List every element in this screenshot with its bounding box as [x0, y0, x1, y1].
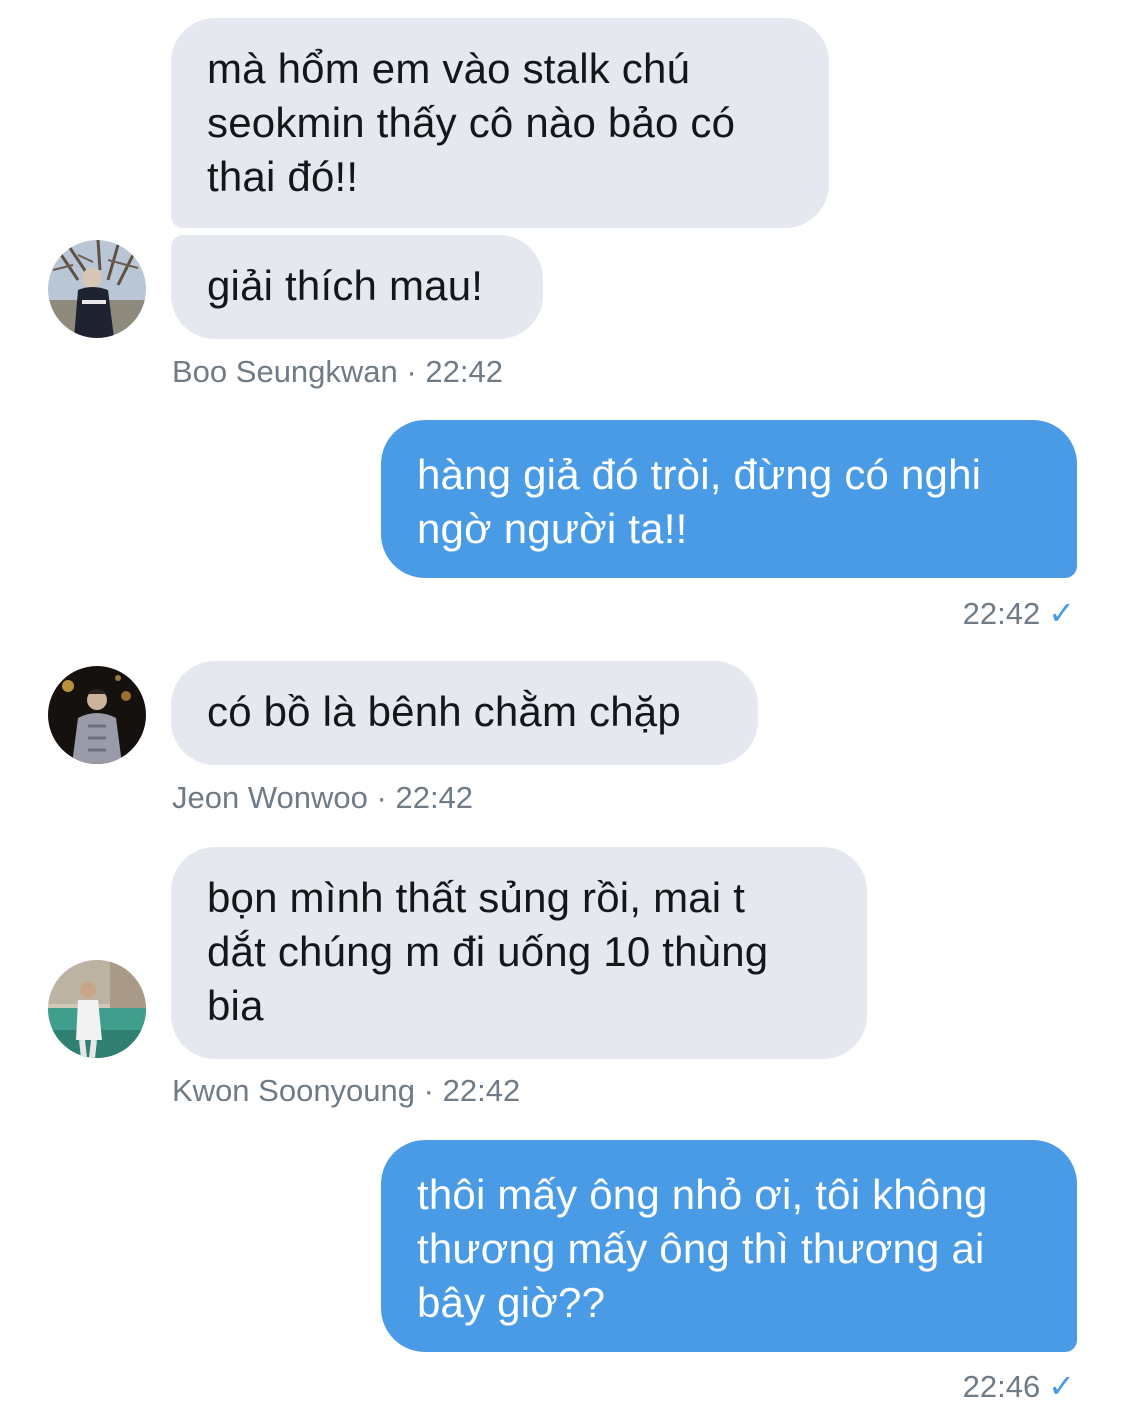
checkmark-icon: ✓ — [1048, 595, 1075, 631]
meta-separator: · — [376, 780, 387, 815]
avatar-photo-icon — [48, 666, 146, 764]
meta-separator: · — [423, 1073, 434, 1108]
sender-name: Jeon Wonwoo — [172, 780, 368, 815]
sender-name: Kwon Soonyoung — [172, 1073, 416, 1108]
checkmark-icon: ✓ — [1048, 1368, 1075, 1404]
outgoing-message-bubble[interactable]: hàng giả đó tròi, đừng có nghi ngờ người… — [381, 420, 1077, 578]
sender-avatar-kwon-soonyoung[interactable] — [48, 960, 146, 1058]
incoming-message-bubble[interactable]: giải thích mau! — [171, 235, 543, 339]
avatar-photo-icon — [48, 240, 146, 338]
message-meta: Kwon Soonyoung · 22:42 — [172, 1073, 520, 1109]
message-time: 22:42 — [395, 780, 474, 815]
message-meta: 22:46 ✓ — [963, 1367, 1075, 1405]
sender-name: Boo Seungkwan — [172, 354, 398, 389]
sender-avatar-boo-seungkwan[interactable] — [48, 240, 146, 338]
message-time: 22:42 — [425, 354, 503, 389]
message-time: 22:42 — [442, 1073, 521, 1108]
message-time: 22:46 — [962, 1369, 1041, 1404]
message-meta: Jeon Wonwoo · 22:42 — [172, 780, 473, 816]
message-meta: 22:42 ✓ — [963, 594, 1075, 632]
message-time: 22:42 — [962, 596, 1041, 631]
sender-avatar-jeon-wonwoo[interactable] — [48, 666, 146, 764]
outgoing-message-bubble[interactable]: thôi mấy ông nhỏ ơi, tôi không thương mấ… — [381, 1140, 1077, 1352]
incoming-message-bubble[interactable]: có bồ là bênh chằm chặp — [171, 661, 758, 765]
meta-separator: · — [406, 354, 417, 389]
avatar-photo-icon — [48, 960, 146, 1058]
incoming-message-bubble[interactable]: mà hổm em vào stalk chú seokmin thấy cô … — [171, 18, 829, 228]
message-meta: Boo Seungkwan · 22:42 — [172, 354, 503, 390]
incoming-message-bubble[interactable]: bọn mình thất sủng rồi, mai t dắt chúng … — [171, 847, 867, 1059]
